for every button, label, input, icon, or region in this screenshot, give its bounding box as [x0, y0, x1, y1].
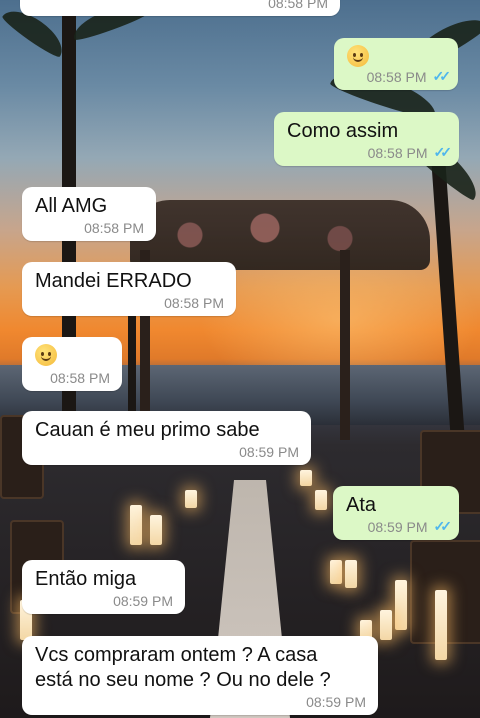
incoming-message[interactable]: Mandei ERRADO 08:58 PM: [22, 262, 236, 316]
thinking-face-emoji: [347, 45, 369, 67]
message-meta: 08:59 PM: [113, 593, 173, 609]
message-text: Então miga: [35, 568, 137, 590]
incoming-message[interactable]: Então miga 08:59 PM: [22, 560, 185, 614]
incoming-message[interactable]: All AMG 08:58 PM: [22, 187, 156, 241]
double-check-icon: ✓✓: [433, 144, 453, 160]
outgoing-message[interactable]: 08:58 PM ✓✓: [334, 38, 458, 90]
message-time: 08:58 PM: [366, 68, 427, 85]
message-time: 08:59 PM: [306, 694, 366, 710]
incoming-message[interactable]: 08:58 PM: [20, 0, 340, 16]
message-time: 08:58 PM: [367, 144, 428, 161]
message-time: 08:58 PM: [84, 220, 144, 236]
incoming-message[interactable]: 08:58 PM: [22, 337, 122, 391]
message-meta: 08:58 PM: [268, 0, 328, 11]
incoming-message[interactable]: Cauan é meu primo sabe 08:59 PM: [22, 411, 311, 465]
message-text: Ata: [346, 494, 377, 516]
incoming-message[interactable]: Vcs compraram ontem ? A casa está no seu…: [22, 636, 378, 715]
message-text: Como assim: [287, 120, 399, 142]
message-meta: 08:58 PM: [164, 295, 224, 311]
message-meta: 08:59 PM: [306, 694, 366, 710]
message-time: 08:58 PM: [268, 0, 328, 11]
outgoing-message[interactable]: Como assim 08:58 PM ✓✓: [274, 112, 459, 166]
outgoing-message[interactable]: Ata 08:59 PM ✓✓: [333, 486, 459, 540]
message-meta: 08:58 PM ✓✓: [366, 68, 452, 85]
message-time: 08:58 PM: [164, 295, 224, 311]
message-meta: 08:59 PM ✓✓: [367, 518, 453, 535]
message-meta: 08:58 PM: [50, 370, 110, 386]
message-time: 08:59 PM: [239, 444, 299, 460]
message-time: 08:58 PM: [50, 370, 110, 386]
double-check-icon: ✓✓: [432, 68, 452, 84]
message-meta: 08:58 PM ✓✓: [367, 144, 453, 161]
chat-message-list[interactable]: 08:58 PM 08:58 PM ✓✓ Como assim 08:58 PM…: [0, 0, 480, 718]
message-text: Vcs compraram ontem ? A casa está no seu…: [35, 644, 331, 691]
message-meta: 08:58 PM: [84, 220, 144, 236]
message-text: Cauan é meu primo sabe: [35, 419, 260, 441]
message-text: Mandei ERRADO: [35, 270, 192, 292]
message-text: All AMG: [35, 195, 108, 217]
message-meta: 08:59 PM: [239, 444, 299, 460]
message-time: 08:59 PM: [113, 593, 173, 609]
double-check-icon: ✓✓: [433, 518, 453, 534]
message-time: 08:59 PM: [367, 518, 428, 535]
sweat-smile-emoji: [35, 344, 57, 366]
